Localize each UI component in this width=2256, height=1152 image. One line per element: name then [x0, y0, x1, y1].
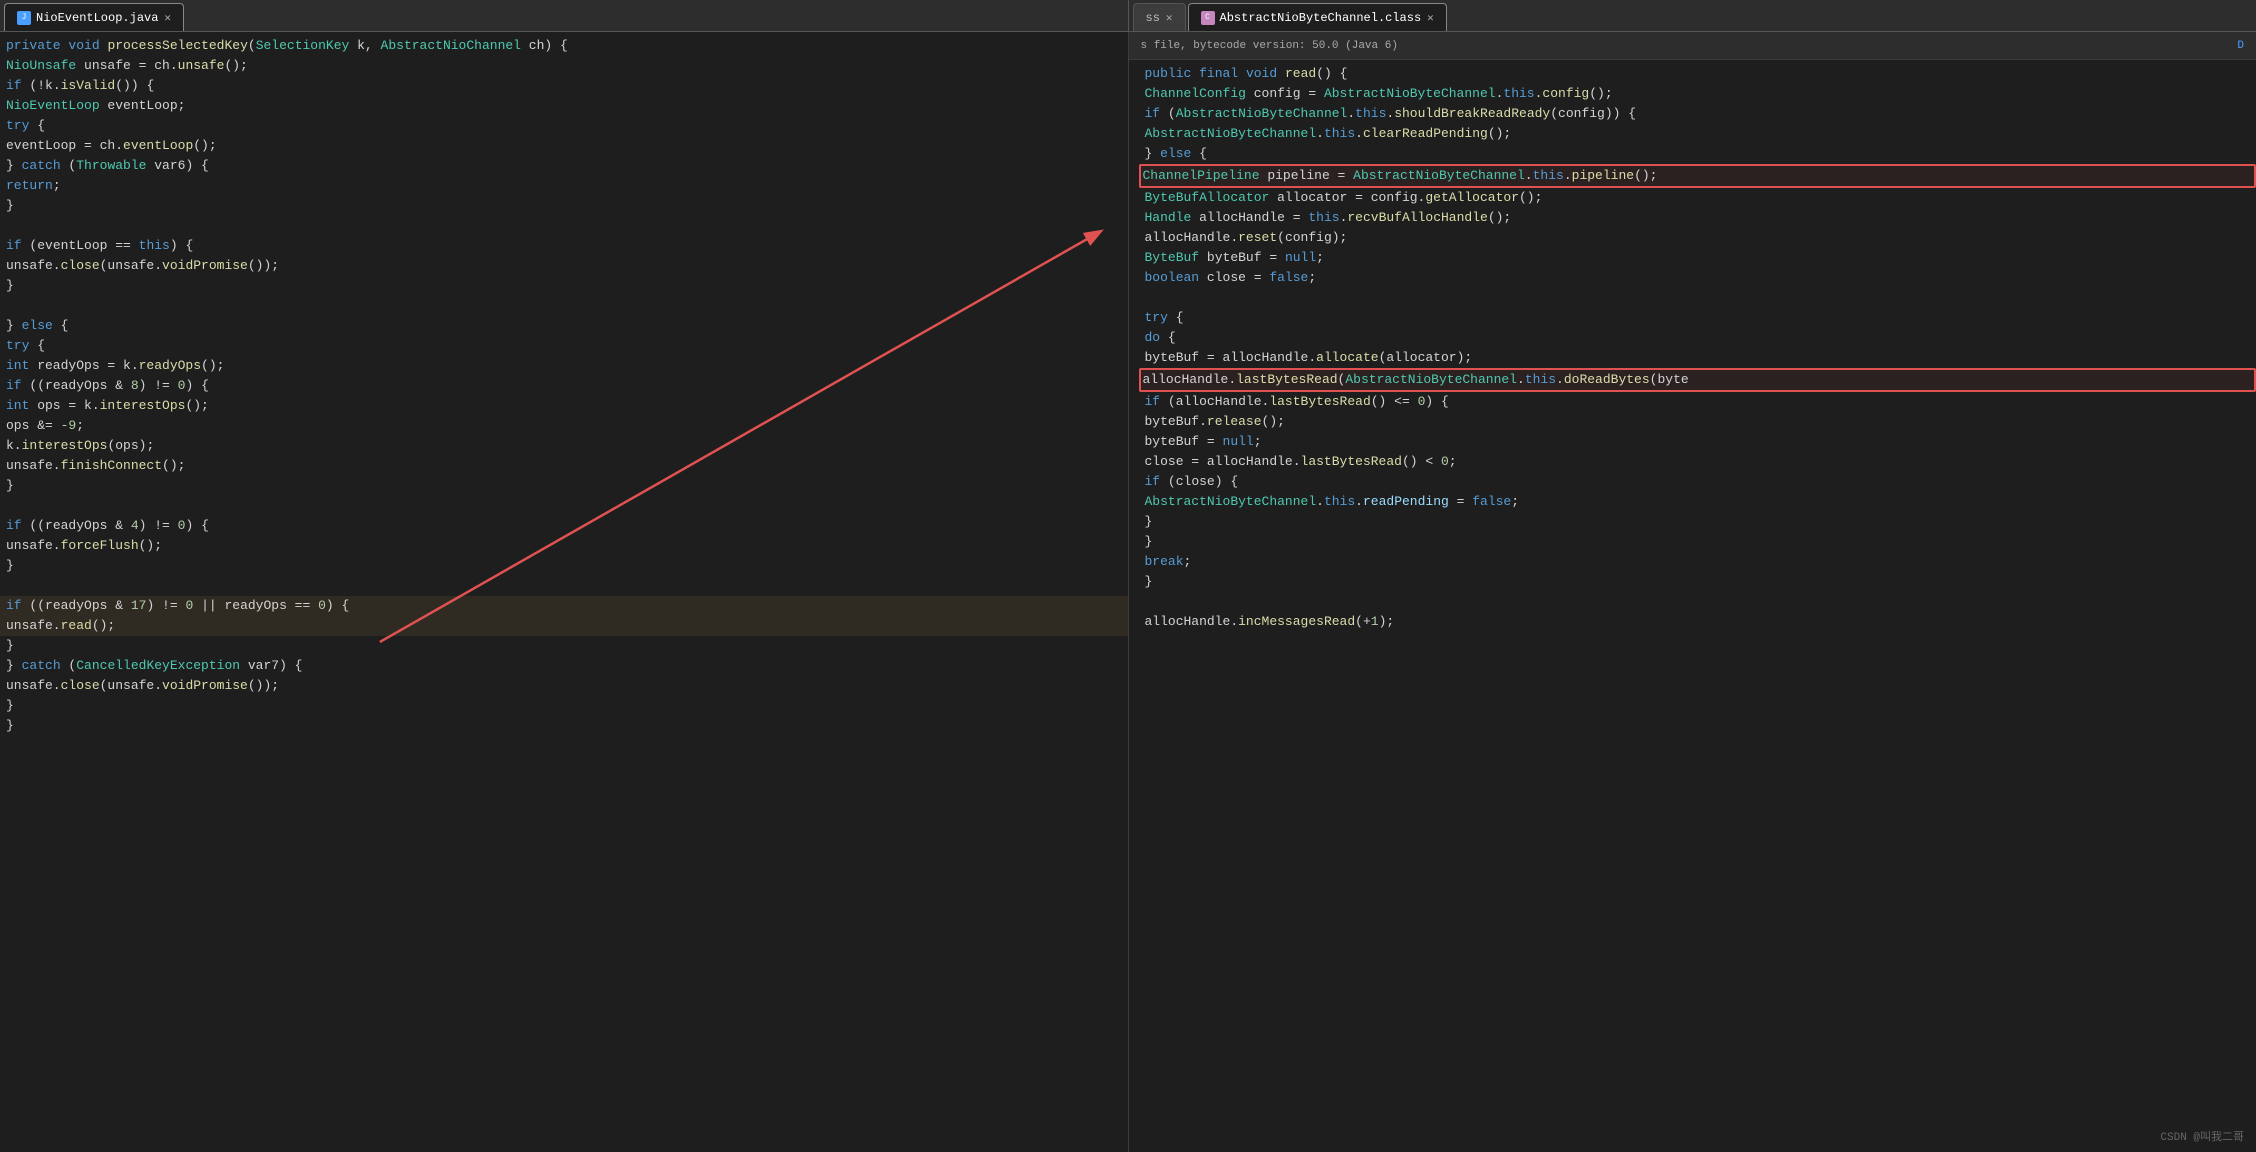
right-code-line-alloc: allocHandle.lastBytesRead(AbstractNioByt… [1139, 368, 2256, 392]
code-line: } [0, 276, 1128, 296]
right-code-line: if (allocHandle.lastBytesRead() <= 0) { [1139, 392, 2256, 412]
java-file-icon: J [17, 11, 31, 25]
right-info-text: s file, bytecode version: 50.0 (Java 6) [1141, 40, 1398, 52]
tab-right-class-close[interactable]: ✕ [1427, 11, 1434, 25]
code-line: } else { [0, 316, 1128, 336]
tab-left-java[interactable]: J NioEventLoop.java ✕ [4, 3, 184, 31]
code-line: if (eventLoop == this) { [0, 236, 1128, 256]
left-editor-pane: private void processSelectedKey(Selectio… [0, 32, 1129, 1152]
right-code-line: close = allocHandle.lastBytesRead() < 0; [1139, 452, 2256, 472]
tab-right-ss-close[interactable]: ✕ [1166, 11, 1173, 25]
code-line: return; [0, 176, 1128, 196]
right-code-line: ByteBuf byteBuf = null; [1139, 248, 2256, 268]
code-line: unsafe.forceFlush(); [0, 536, 1128, 556]
right-code-line: allocHandle.incMessagesRead(+1); [1139, 612, 2256, 632]
code-line: } [0, 696, 1128, 716]
code-line: if ((readyOps & 4) != 0) { [0, 516, 1128, 536]
code-line: } [0, 636, 1128, 656]
right-code-line: byteBuf = null; [1139, 432, 2256, 452]
right-code-line: } [1139, 572, 2256, 592]
right-code-line: break; [1139, 552, 2256, 572]
code-line: try { [0, 116, 1128, 136]
code-line: eventLoop = ch.eventLoop(); [0, 136, 1128, 156]
code-line: unsafe.close(unsafe.voidPromise()); [0, 676, 1128, 696]
code-line-read-call: if ((readyOps & 17) != 0 || readyOps == … [0, 596, 1128, 616]
code-line [0, 296, 1128, 316]
code-line: unsafe.finishConnect(); [0, 456, 1128, 476]
class-file-icon: C [1201, 11, 1215, 25]
code-line: } catch (CancelledKeyException var7) { [0, 656, 1128, 676]
right-code-line: ChannelConfig config = AbstractNioByteCh… [1139, 84, 2256, 104]
right-code-area[interactable]: public final void read() { ChannelConfig… [1129, 60, 2256, 1152]
code-line [0, 216, 1128, 236]
tab-right-ss-label: ss [1146, 11, 1160, 25]
code-line: try { [0, 336, 1128, 356]
right-code-line-pipeline: ChannelPipeline pipeline = AbstractNioBy… [1139, 164, 2256, 188]
code-line: } [0, 716, 1128, 736]
right-code-line: } else { [1139, 144, 2256, 164]
code-line-unsafe-read: unsafe.read(); [0, 616, 1128, 636]
code-line: int readyOps = k.readyOps(); [0, 356, 1128, 376]
right-code-line: AbstractNioByteChannel.this.readPending … [1139, 492, 2256, 512]
right-code-line [1139, 592, 2256, 612]
code-line: } [0, 556, 1128, 576]
right-code-line: byteBuf = allocHandle.allocate(allocator… [1139, 348, 2256, 368]
right-code-line [1139, 288, 2256, 308]
tab-right-ss[interactable]: ss ✕ [1133, 3, 1186, 31]
code-line [0, 576, 1128, 596]
code-line: if ((readyOps & 8) != 0) { [0, 376, 1128, 396]
right-code-line: boolean close = false; [1139, 268, 2256, 288]
code-line: unsafe.close(unsafe.voidPromise()); [0, 256, 1128, 276]
code-line: } [0, 476, 1128, 496]
code-line: if (!k.isValid()) { [0, 76, 1128, 96]
code-line [0, 496, 1128, 516]
right-code-line: if (AbstractNioByteChannel.this.shouldBr… [1139, 104, 2256, 124]
right-code-line: AbstractNioByteChannel.this.clearReadPen… [1139, 124, 2256, 144]
code-line: NioEventLoop eventLoop; [0, 96, 1128, 116]
code-line: int ops = k.interestOps(); [0, 396, 1128, 416]
right-code-line: do { [1139, 328, 2256, 348]
tab-left-label: NioEventLoop.java [36, 11, 158, 25]
right-info-bar: s file, bytecode version: 50.0 (Java 6) … [1129, 32, 2256, 60]
code-line: private void processSelectedKey(Selectio… [0, 36, 1128, 56]
tab-right-class-label: AbstractNioByteChannel.class [1220, 11, 1422, 25]
code-line: } [0, 196, 1128, 216]
right-code-line: } [1139, 532, 2256, 552]
right-code-line: if (close) { [1139, 472, 2256, 492]
watermark: CSDN @叫我二哥 [2160, 1128, 2244, 1144]
right-code-line: } [1139, 512, 2256, 532]
right-code-line: byteBuf.release(); [1139, 412, 2256, 432]
left-code-area[interactable]: private void processSelectedKey(Selectio… [0, 32, 1128, 1152]
code-line: } catch (Throwable var6) { [0, 156, 1128, 176]
right-editor-pane: s file, bytecode version: 50.0 (Java 6) … [1129, 32, 2256, 1152]
code-line: NioUnsafe unsafe = ch.unsafe(); [0, 56, 1128, 76]
right-code-line: ByteBufAllocator allocator = config.getA… [1139, 188, 2256, 208]
tab-left-close[interactable]: ✕ [164, 11, 171, 25]
right-code-line: allocHandle.reset(config); [1139, 228, 2256, 248]
code-line: ops &= -9; [0, 416, 1128, 436]
right-code-line: public final void read() { [1139, 64, 2256, 84]
code-line: k.interestOps(ops); [0, 436, 1128, 456]
right-code-line: try { [1139, 308, 2256, 328]
tab-right-class[interactable]: C AbstractNioByteChannel.class ✕ [1188, 3, 1447, 31]
right-code-line: Handle allocHandle = this.recvBufAllocHa… [1139, 208, 2256, 228]
right-decompile-badge: D [2237, 40, 2244, 52]
